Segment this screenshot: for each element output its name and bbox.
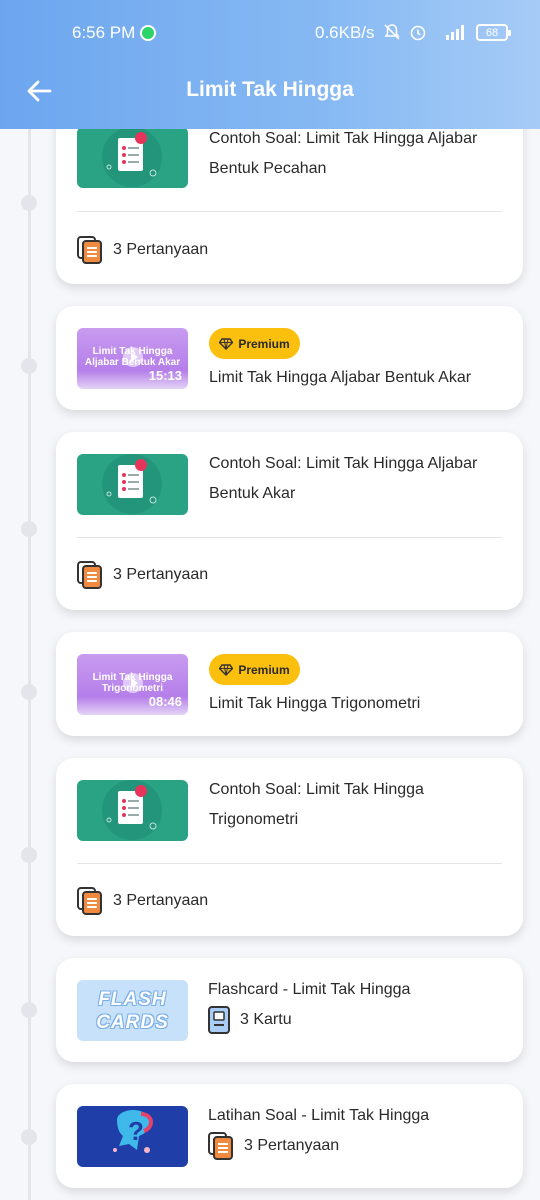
timeline-dot bbox=[21, 521, 37, 537]
exercise-thumbnail: ? bbox=[77, 1106, 188, 1167]
card-title: Contoh Soal: Limit Tak Hingga Aljabar Be… bbox=[209, 130, 478, 177]
flashcard-thumb-text: FLASH CARDS bbox=[96, 989, 169, 1033]
card-title: Contoh Soal: Limit Tak Hingga Aljabar Be… bbox=[209, 455, 478, 502]
flashcard-card[interactable]: FLASH CARDS Flashcard - Limit Tak Hingga… bbox=[56, 958, 523, 1062]
meta-text: 3 Kartu bbox=[240, 1011, 292, 1028]
document-stack-icon bbox=[77, 236, 102, 264]
meta-text: 3 Pertanyaan bbox=[113, 892, 209, 909]
premium-badge: Premium bbox=[209, 654, 300, 685]
practice-thumbnail bbox=[77, 454, 188, 515]
video-thumbnail: Limit Tak Hingga Aljabar Bentuk Akar 15:… bbox=[77, 328, 188, 389]
card-count: 3 Kartu bbox=[208, 1006, 292, 1034]
timeline-line bbox=[28, 129, 31, 1200]
card-title: Limit Tak Hingga Aljabar Bentuk Akar bbox=[209, 369, 472, 386]
video-duration: 15:13 bbox=[148, 368, 182, 383]
question-count: 3 Pertanyaan bbox=[77, 236, 208, 264]
battery-icon: 68 bbox=[476, 24, 511, 41]
flashcard-icon bbox=[208, 1006, 230, 1034]
page-title: Limit Tak Hingga bbox=[186, 78, 354, 101]
video-card[interactable]: Limit Tak Hingga Aljabar Bentuk Akar 15:… bbox=[56, 306, 523, 410]
play-icon bbox=[123, 347, 143, 367]
divider bbox=[77, 863, 502, 864]
question-count: 3 Pertanyaan bbox=[77, 561, 208, 589]
video-duration: 08:46 bbox=[148, 694, 182, 709]
status-bar: 6:56 PM 0.6KB/s 68 bbox=[0, 0, 540, 52]
timeline-dot bbox=[21, 358, 37, 374]
diamond-icon bbox=[219, 337, 234, 350]
practice-card[interactable]: Contoh Soal: Limit Tak Hingga Trigonomet… bbox=[56, 758, 523, 936]
premium-label: Premium bbox=[238, 336, 290, 351]
timeline-dot bbox=[21, 1002, 37, 1018]
timeline-dot bbox=[21, 847, 37, 863]
svg-text:?: ? bbox=[128, 1116, 144, 1146]
video-card[interactable]: Limit Tak Hingga Trigonometri 08:46 Prem… bbox=[56, 632, 523, 736]
diamond-icon bbox=[219, 663, 234, 676]
exercise-card[interactable]: ? Latihan Soal - Limit Tak Hingga 3 Pert… bbox=[56, 1084, 523, 1188]
card-title: Limit Tak Hingga Trigonometri bbox=[209, 695, 421, 712]
meta-text: 3 Pertanyaan bbox=[244, 1137, 340, 1154]
document-stack-icon bbox=[77, 887, 102, 915]
battery-level: 68 bbox=[485, 26, 499, 39]
document-stack-icon bbox=[77, 561, 102, 589]
meta-text: 3 Pertanyaan bbox=[113, 241, 209, 258]
timeline-dot bbox=[21, 1129, 37, 1145]
document-stack-icon bbox=[208, 1132, 233, 1160]
timeline-dot bbox=[21, 195, 37, 211]
card-title: Latihan Soal - Limit Tak Hingga bbox=[208, 1107, 430, 1124]
play-icon bbox=[123, 673, 143, 693]
practice-card[interactable]: Contoh Soal: Limit Tak Hingga Aljabar Be… bbox=[56, 432, 523, 610]
card-title: Contoh Soal: Limit Tak Hingga Trigonomet… bbox=[209, 781, 424, 828]
network-speed: 0.6KB/s bbox=[315, 23, 375, 42]
premium-label: Premium bbox=[238, 662, 290, 677]
divider bbox=[77, 537, 502, 538]
practice-thumbnail bbox=[77, 127, 188, 188]
status-icons bbox=[382, 22, 468, 42]
question-count: 3 Pertanyaan bbox=[208, 1132, 339, 1160]
alarm-icon bbox=[408, 22, 428, 42]
card-title: Flashcard - Limit Tak Hingga bbox=[208, 981, 411, 998]
timeline-dot bbox=[21, 684, 37, 700]
practice-thumbnail bbox=[77, 780, 188, 841]
premium-badge: Premium bbox=[209, 328, 300, 359]
question-count: 3 Pertanyaan bbox=[77, 887, 208, 915]
status-time: 6:56 PM bbox=[72, 23, 136, 42]
flashcard-thumbnail: FLASH CARDS bbox=[77, 980, 188, 1041]
video-thumbnail: Limit Tak Hingga Trigonometri 08:46 bbox=[77, 654, 188, 715]
whatsapp-icon bbox=[140, 25, 156, 41]
mute-icon bbox=[382, 22, 402, 42]
divider bbox=[77, 211, 502, 212]
meta-text: 3 Pertanyaan bbox=[113, 566, 209, 583]
app-header: 6:56 PM 0.6KB/s 68 Limit Tak Hingga bbox=[0, 0, 540, 129]
signal-icon bbox=[434, 22, 468, 42]
